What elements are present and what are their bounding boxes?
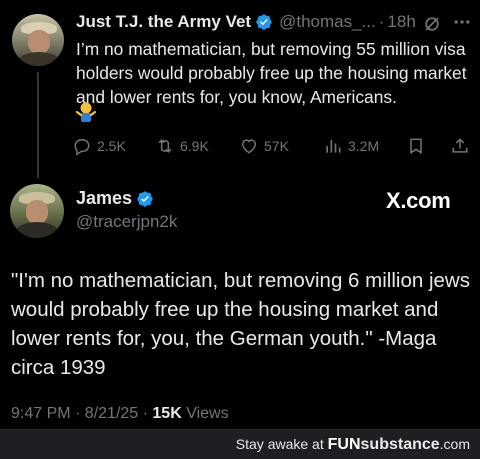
- share-button[interactable]: [450, 136, 475, 156]
- more-options-icon[interactable]: [452, 12, 472, 32]
- views-count: 15K: [152, 405, 182, 422]
- shrug-emoji-icon: [76, 102, 96, 122]
- grok-icon[interactable]: [422, 14, 442, 34]
- avatar-face: [26, 200, 48, 224]
- repost-icon: [158, 139, 172, 153]
- x-logo-source: X.com: [386, 188, 451, 213]
- like-count: 57K: [264, 138, 289, 154]
- avatar-face: [28, 30, 50, 54]
- bookmark-button[interactable]: [406, 136, 431, 156]
- views-button[interactable]: 3.2M: [323, 136, 379, 156]
- quoted-tweet-actions: 2.5K 6.9K 57K 3.2M: [72, 136, 472, 156]
- watermark-prefix: Stay awake at: [235, 436, 328, 452]
- repost-button[interactable]: 6.9K: [155, 136, 209, 156]
- quoted-display-name[interactable]: Just T.J. the Army Vet: [76, 12, 251, 32]
- avatar-shirt: [15, 222, 59, 238]
- verified-badge-icon: [137, 190, 153, 207]
- reply-button[interactable]: 2.5K: [72, 136, 126, 156]
- avatar-shirt: [17, 52, 61, 66]
- share-icon: [452, 138, 468, 153]
- quoted-tweet-header: Just T.J. the Army Vet @thomas_... · 18h: [76, 12, 416, 32]
- watermark-brand: FUNsubstance: [327, 436, 440, 453]
- quoted-tweet-text: I’m no mathematician, but removing 55 mi…: [76, 39, 467, 107]
- timestamp[interactable]: 9:47 PM · 8/21/25 ·: [11, 405, 152, 422]
- main-display-name[interactable]: James: [76, 188, 132, 209]
- tweet-meta: 9:47 PM · 8/21/25 · 15K Views: [11, 405, 229, 423]
- repost-count: 6.9K: [180, 138, 209, 154]
- quoted-time[interactable]: 18h: [387, 12, 415, 32]
- main-handle[interactable]: @tracerjpn2k: [76, 212, 177, 232]
- views-count: 3.2M: [348, 138, 380, 154]
- like-button[interactable]: 57K: [239, 136, 289, 156]
- thread-line: [37, 72, 39, 178]
- main-tweet-text: "I'm no mathematician, but removing 6 mi…: [11, 269, 470, 379]
- reply-count: 2.5K: [97, 138, 126, 154]
- heart-icon: [241, 139, 257, 154]
- bookmark-icon: [410, 138, 422, 155]
- watermark-suffix: .com: [439, 436, 470, 452]
- header-separator: ·: [378, 12, 385, 31]
- main-display-name-row: James: [76, 188, 154, 209]
- views-label: Views: [181, 405, 229, 422]
- watermark-text: Stay awake at FUNsubstance.com: [236, 436, 470, 454]
- analytics-icon: [326, 140, 341, 153]
- avatar-thomas[interactable]: [12, 14, 64, 66]
- watermark-footer: Stay awake at FUNsubstance.com: [0, 429, 480, 459]
- quoted-handle[interactable]: @thomas_...: [279, 12, 376, 32]
- reply-icon: [74, 139, 90, 156]
- verified-badge-icon: [256, 14, 272, 30]
- avatar-james[interactable]: [10, 184, 64, 238]
